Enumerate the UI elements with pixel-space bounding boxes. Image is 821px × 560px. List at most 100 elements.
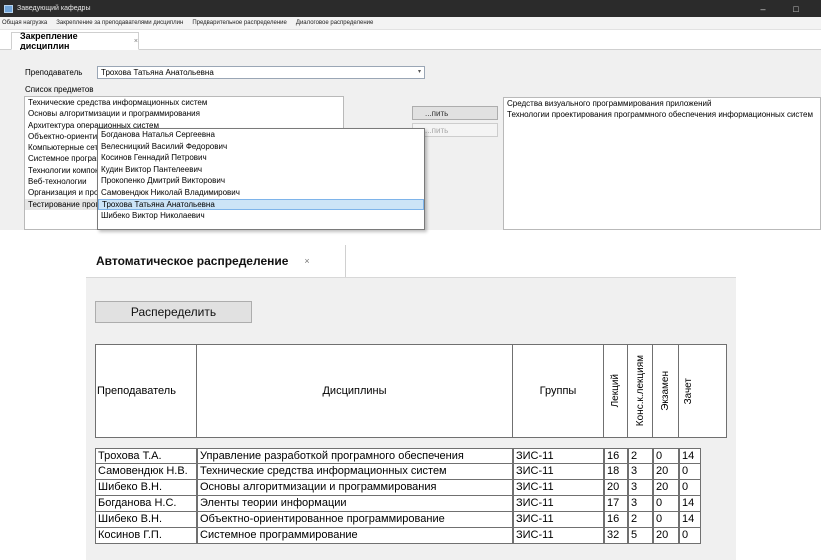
assigned-subjects-list[interactable]: Средства визуального программирования пр… [503,97,821,230]
cell-discipline[interactable]: Управление разработкой програмного обесп… [197,448,513,464]
header-text: Дисциплины [322,385,387,397]
cell-lectures[interactable]: 18 [604,464,628,480]
menu-item-total-load[interactable]: Общая нагрузка [2,20,47,26]
tab-label: Автоматическое распределение [96,254,289,268]
menu-item-dialog[interactable]: Диалоговое распределение [296,20,373,26]
cell-exam[interactable]: 0 [653,496,679,512]
header-text: Конс.к.лекциям [634,355,646,427]
cell-consultations[interactable]: 5 [628,528,653,544]
cell-consultations[interactable]: 2 [628,448,653,464]
cell-consultations[interactable]: 3 [628,496,653,512]
window-title: Заведующий кафедры [17,5,91,12]
menu-bar: Общая нагрузка Закрепление за преподават… [0,17,821,30]
tab-label: Закрепление дисциплин [20,31,78,51]
teacher-select[interactable]: Трохова Татьяна Анатольевна ▾ [97,66,425,79]
cell-teacher[interactable]: Косинов Г.П. [95,528,197,544]
close-icon[interactable]: × [304,256,309,266]
header-text: Преподаватель [97,385,176,397]
header-text: Группы [539,385,577,397]
menu-item-preliminary[interactable]: Предварительное распределение [192,20,287,26]
list-item[interactable]: Технологии проектирования программного о… [504,109,820,120]
cell-consultations[interactable]: 3 [628,480,653,496]
cell-credit[interactable]: 0 [679,480,701,496]
cell-discipline[interactable]: Технические средства информационных сист… [197,464,513,480]
dropdown-option[interactable]: Кудин Виктор Пантелеевич [98,164,424,176]
table-row[interactable]: Трохова Т.А. Управление разработкой прогр… [95,448,727,464]
column-header-lectures[interactable]: Лекций [604,345,628,437]
cell-group[interactable]: ЗИС-11 [513,528,604,544]
cell-lectures[interactable]: 16 [604,512,628,528]
cell-exam[interactable]: 0 [653,448,679,464]
cell-exam[interactable]: 20 [653,464,679,480]
teacher-select-value: Трохова Татьяна Анатольевна [101,68,214,77]
dropdown-option-highlighted[interactable]: Трохова Татьяна Анатольевна [98,198,424,211]
cell-credit[interactable]: 14 [679,512,701,528]
cell-teacher[interactable]: Шибеко В.Н. [95,512,197,528]
assign-button[interactable]: ...пить [412,106,498,120]
cell-credit[interactable]: 14 [679,496,701,512]
cell-teacher[interactable]: Трохова Т.А. [95,448,197,464]
dropdown-option[interactable]: Косинов Геннадий Петрович [98,152,424,164]
cell-discipline[interactable]: Основы алгоритмизации и программирования [197,480,513,496]
cell-consultations[interactable]: 2 [628,512,653,528]
cell-group[interactable]: ЗИС-11 [513,448,604,464]
assign-panel: Преподаватель Трохова Татьяна Анатольевн… [0,50,821,230]
teacher-dropdown: Богданова Наталья Сергеевна Велесницкий … [97,128,425,230]
dropdown-option[interactable]: Прокопенко Дмитрий Викторович [98,175,424,187]
close-icon[interactable]: × [134,38,138,45]
dropdown-option[interactable]: Самовендюк Николай Владимирович [98,187,424,199]
header-text: Зачет [683,377,694,405]
dropdown-option[interactable]: Велесницкий Василий Федорович [98,141,424,153]
column-header-groups[interactable]: Группы [513,345,604,437]
chevron-down-icon: ▾ [417,69,421,75]
cell-discipline[interactable]: Системное программирование [197,528,513,544]
cell-exam[interactable]: 20 [653,528,679,544]
cell-lectures[interactable]: 17 [604,496,628,512]
cell-group[interactable]: ЗИС-11 [513,496,604,512]
cell-teacher[interactable]: Богданова Н.С. [95,496,197,512]
cell-credit[interactable]: 14 [679,448,701,464]
distribute-button[interactable]: Распеределить [95,301,252,323]
subjects-label: Список предметов [25,85,94,94]
table-row[interactable]: Самовендюк Н.В. Технические средства инфо… [95,464,727,480]
column-header-disciplines[interactable]: Дисциплины [197,345,513,437]
table-row[interactable]: Богданова Н.С. Эленты теории информации ЗИ… [95,496,727,512]
column-header-exam[interactable]: Экзамен [653,345,679,437]
cell-group[interactable]: ЗИС-11 [513,480,604,496]
tab-assign-subjects[interactable]: Закрепление дисциплин × [11,31,139,51]
cell-discipline[interactable]: Объектно-ориентированное программировани… [197,512,513,528]
tab-auto-distribution[interactable]: Автоматическое распределение × [86,245,346,277]
column-header-teacher[interactable]: Преподаватель [96,345,197,437]
cell-teacher[interactable]: Самовендюк Н.В. [95,464,197,480]
cell-exam[interactable]: 0 [653,512,679,528]
table-row[interactable]: Косинов Г.П. Системное программирование ЗИ… [95,528,727,544]
menu-item-assign-subjects[interactable]: Закрепление за преподавателями дисциплин [56,20,183,26]
app-icon [4,4,13,13]
header-text: Экзамен [660,371,671,411]
minimize-button[interactable]: – [752,0,774,17]
cell-credit[interactable]: 0 [679,528,701,544]
dropdown-option[interactable]: Богданова Наталья Сергеевна [98,129,424,141]
dropdown-option[interactable]: Шибеко Виктор Николаевич [98,210,424,222]
cell-lectures[interactable]: 16 [604,448,628,464]
cell-teacher[interactable]: Шибеко В.Н. [95,480,197,496]
maximize-button[interactable]: □ [785,0,807,17]
cell-lectures[interactable]: 20 [604,480,628,496]
cell-consultations[interactable]: 3 [628,464,653,480]
table-row[interactable]: Шибеко В.Н. Объектно-ориентированное прог… [95,512,727,528]
column-header-consultations[interactable]: Конс.к.лекциям [628,345,653,437]
cell-exam[interactable]: 20 [653,480,679,496]
cell-discipline[interactable]: Эленты теории информации [197,496,513,512]
cell-lectures[interactable]: 32 [604,528,628,544]
grid-rows: Трохова Т.А. Управление разработкой прогр… [95,448,727,544]
list-item[interactable]: Средства визуального программирования пр… [504,98,820,109]
table-row[interactable]: Шибеко В.Н. Основы алгоритмизации и прогр… [95,480,727,496]
title-bar: Заведующий кафедры – □ [0,0,821,17]
header-text: Лекций [610,374,621,408]
column-header-credit[interactable]: Зачет [679,345,726,437]
cell-group[interactable]: ЗИС-11 [513,512,604,528]
cell-credit[interactable]: 0 [679,464,701,480]
list-item[interactable]: Основы алгоритмизации и программирования [25,108,343,119]
cell-group[interactable]: ЗИС-11 [513,464,604,480]
list-item[interactable]: Технические средства информационных сист… [25,97,343,108]
